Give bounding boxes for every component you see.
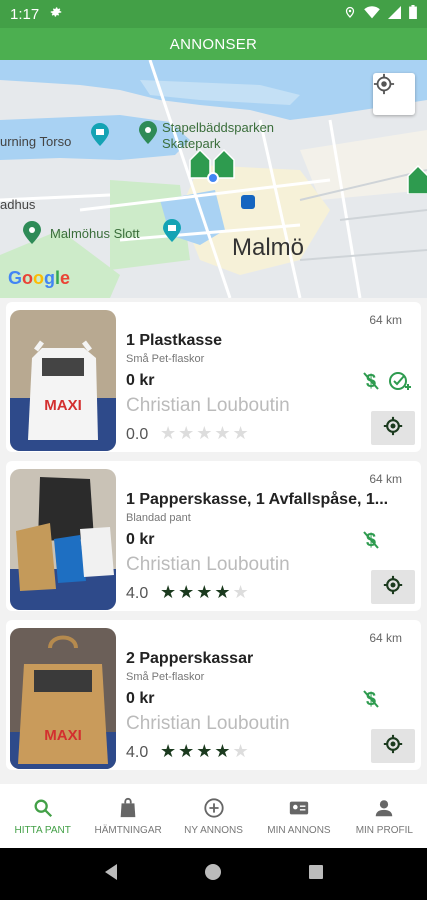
listing-price: 0 kr	[126, 372, 155, 389]
listing-category: Blandad pant	[126, 512, 191, 524]
listing-title: 1 Papperskasse, 1 Avfallspåse, 1...	[126, 491, 389, 508]
listing-distance: 64 km	[369, 313, 402, 327]
nav-ny-annons[interactable]: NY ANNONS	[171, 784, 256, 848]
nav-hitta-pant[interactable]: HITTA PANT	[0, 784, 85, 848]
map-city-label: Malmö	[232, 234, 305, 261]
listing-price: 0 kr	[126, 531, 155, 548]
listing-distance: 64 km	[369, 631, 402, 645]
app-bar: ANNONSER	[0, 28, 427, 60]
nav-label: MIN PROFIL	[355, 824, 413, 836]
listing-category: Små Pet-flaskor	[126, 353, 205, 365]
transit-icon	[241, 195, 255, 209]
rating-stars: ★★★★★	[160, 582, 251, 602]
nav-label: HÄMTNINGAR	[94, 824, 162, 836]
nav-hamtningar[interactable]: HÄMTNINGAR	[85, 784, 170, 848]
id-card-icon	[289, 801, 309, 814]
location-pin-icon	[344, 5, 356, 23]
my-location-button[interactable]	[373, 73, 415, 115]
listing-rating: 0.0	[126, 426, 149, 443]
show-on-map-button[interactable]	[371, 411, 415, 445]
page-title: ANNONSER	[169, 35, 258, 53]
wifi-icon	[364, 5, 380, 23]
signal-icon	[388, 5, 401, 23]
nav-label: HITTA PANT	[14, 824, 71, 836]
search-icon	[34, 799, 52, 817]
listing-photo: MAXI	[10, 310, 116, 451]
map-view[interactable]: urning Torso Stapelbäddsparken Skatepark…	[0, 60, 427, 298]
map-label: adhus	[0, 197, 36, 212]
show-on-map-button[interactable]	[371, 729, 415, 763]
listing-list[interactable]: MAXI 64 km 1 Plastkasse Små Pet-flaskor …	[0, 298, 427, 784]
svg-text:MAXI: MAXI	[44, 727, 82, 744]
recents-icon[interactable]	[308, 864, 324, 885]
listing-title: 2 Papperskassar	[126, 650, 254, 667]
google-logo: Google	[8, 268, 71, 288]
listing-photo	[10, 469, 116, 610]
settings-gear-icon	[49, 5, 63, 23]
map-label: Malmöhus Slott	[50, 226, 140, 241]
person-icon	[376, 799, 393, 816]
listing-owner: Christian Louboutin	[126, 554, 290, 575]
svg-text:MAXI: MAXI	[44, 397, 82, 414]
rating-stars: ★★★★★	[160, 423, 251, 443]
free-price-icon: $	[361, 688, 381, 710]
back-icon[interactable]	[103, 863, 119, 886]
nav-min-profil[interactable]: MIN PROFIL	[342, 784, 427, 848]
system-navigation-bar	[0, 848, 427, 900]
crosshair-icon	[383, 416, 403, 441]
map-label: Stapelbäddsparken	[162, 120, 275, 135]
nav-min-annons[interactable]: MIN ANNONS	[256, 784, 341, 848]
listing-rating: 4.0	[126, 744, 149, 761]
check-circle-add-icon	[388, 370, 412, 392]
listing-photo: MAXI	[10, 628, 116, 769]
add-circle-icon	[203, 797, 224, 818]
bottom-navigation: HITTA PANT HÄMTNINGAR NY ANNONS MIN ANNO…	[0, 784, 427, 848]
listing-price: 0 kr	[126, 690, 155, 707]
free-price-icon: $	[361, 370, 381, 392]
listing-title: 1 Plastkasse	[126, 332, 223, 349]
listing-owner: Christian Louboutin	[126, 395, 290, 416]
nav-label: MIN ANNONS	[267, 824, 331, 836]
listing-card[interactable]: MAXI 64 km 1 Plastkasse Små Pet-flaskor …	[6, 302, 421, 452]
listing-card[interactable]: MAXI 64 km 2 Papperskassar Små Pet-flask…	[6, 620, 421, 770]
home-icon[interactable]	[204, 863, 222, 886]
status-time: 1:17	[10, 5, 40, 23]
battery-icon	[409, 5, 417, 23]
listing-category: Små Pet-flaskor	[126, 671, 205, 683]
crosshair-icon	[383, 575, 403, 600]
crosshair-icon	[383, 734, 403, 759]
listing-rating: 4.0	[126, 585, 149, 602]
free-price-icon: $	[361, 529, 381, 551]
listing-distance: 64 km	[369, 472, 402, 486]
nav-label: NY ANNONS	[184, 824, 243, 836]
map-label: urning Torso	[0, 134, 72, 149]
show-on-map-button[interactable]	[371, 570, 415, 604]
my-location-dot	[207, 172, 219, 184]
listing-owner: Christian Louboutin	[126, 713, 290, 734]
listing-card[interactable]: 64 km 1 Papperskasse, 1 Avfallspåse, 1..…	[6, 461, 421, 611]
bag-icon	[120, 797, 136, 817]
rating-stars: ★★★★★	[160, 741, 251, 761]
status-bar: 1:17	[0, 0, 427, 28]
